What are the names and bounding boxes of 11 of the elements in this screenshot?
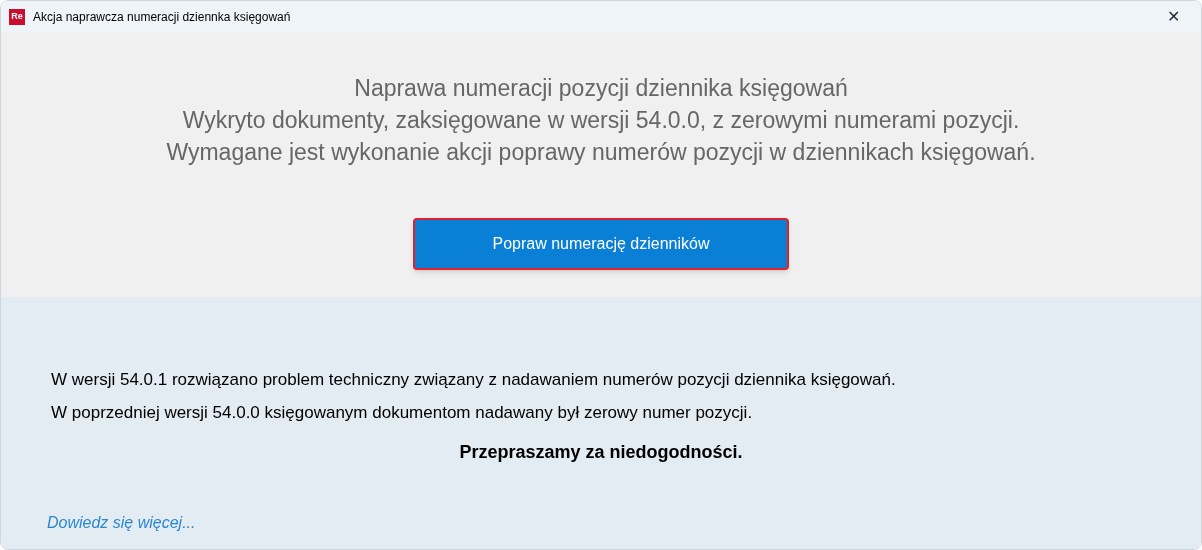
message-text: Wymagane jest wykonanie akcji poprawy numerów pozycji w dziennikach księgowań. (166, 138, 1036, 167)
info-text: W poprzedniej wersji 54.0.0 księgowanym dokumentom nadawany był zerowy numer pozycji. (51, 401, 754, 424)
fix-numbering-button[interactable]: Popraw numerację dzienników (413, 218, 789, 270)
heading-text: Naprawa numeracji pozycji dziennika księgowań (354, 74, 848, 103)
info-text: W wersji 54.0.1 rozwiązano problem techniczny związany z nadawaniem numerów pozycji dziennika księgowań. (51, 369, 897, 391)
learn-more-link[interactable]: Dowiedz się więcej... (47, 511, 196, 535)
app-logo: Re (9, 8, 25, 25)
window-title: Akcja naprawcza numeracji dziennka księgowań (33, 8, 291, 26)
close-button[interactable]: ✕ (1153, 2, 1193, 31)
apology-text: Przepraszamy za niedogodności. (459, 441, 743, 464)
message-text: Wykryto dokumenty, zaksięgowane w wersji 54.0.0, z zerowymi numerami pozycji. (182, 106, 1020, 135)
